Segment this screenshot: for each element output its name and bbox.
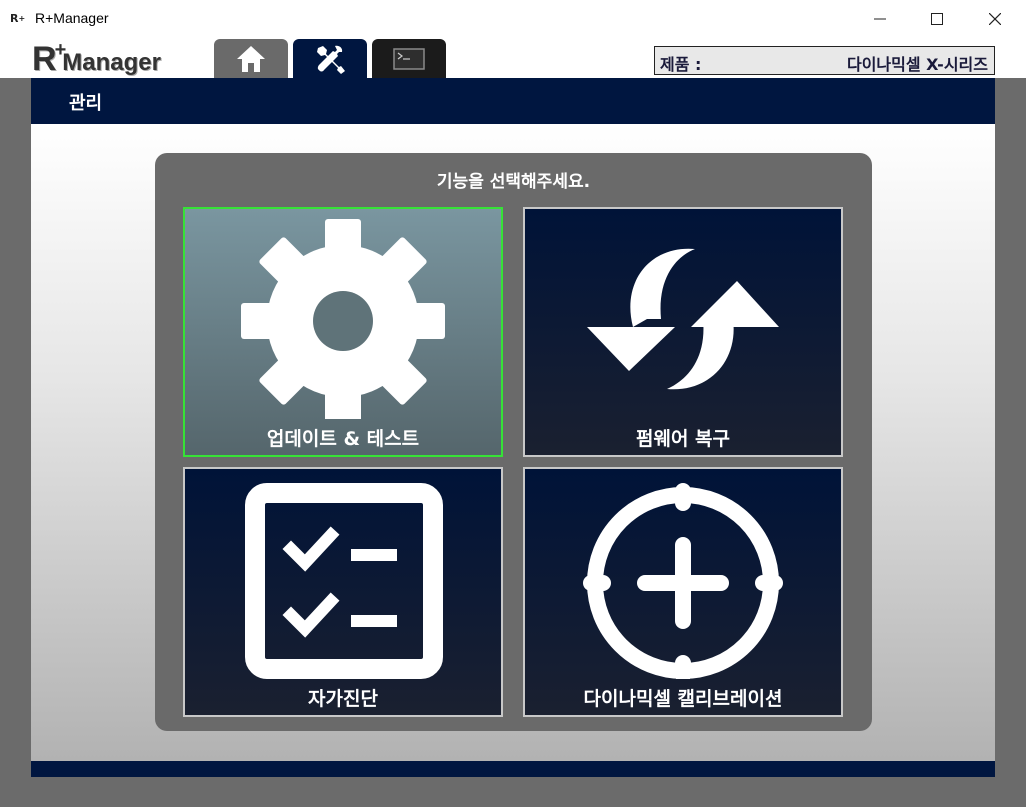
app-header: R+Manager 제품 : 다이나믹셀 X-시리즈 xyxy=(0,38,1026,78)
panel-prompt: 기능을 선택해주세요. xyxy=(436,172,591,192)
minimize-icon xyxy=(874,18,886,20)
home-icon xyxy=(237,45,265,72)
self-diagnosis-label: 자가진단 xyxy=(308,688,378,710)
firmware-recovery-button[interactable]: 펌웨어 복구 xyxy=(523,207,843,457)
app-logo-icon: R+ xyxy=(10,12,26,25)
window-titlebar: R+ R+Manager xyxy=(0,0,1026,38)
minimize-button[interactable] xyxy=(851,0,909,38)
self-diagnosis-button[interactable]: 자가진단 xyxy=(183,467,503,717)
bottom-bar xyxy=(31,761,995,777)
close-button[interactable] xyxy=(966,0,1024,38)
update-test-label: 업데이트 & 테스트 xyxy=(266,428,420,450)
tools-icon xyxy=(317,45,345,74)
logo-text: Manager xyxy=(62,49,161,76)
crosshair-icon xyxy=(583,483,783,679)
maximize-icon xyxy=(931,13,943,25)
gear-icon xyxy=(241,219,445,419)
tab-console[interactable] xyxy=(372,39,446,78)
product-label: 제품 : xyxy=(660,55,702,74)
section-header: 관리 xyxy=(31,78,995,124)
checklist-icon xyxy=(245,483,443,679)
refresh-icon xyxy=(587,248,779,390)
maximize-button[interactable] xyxy=(908,0,966,38)
rplus-manager-logo: R+Manager xyxy=(32,39,167,78)
section-title: 관리 xyxy=(69,93,103,114)
update-test-button[interactable]: 업데이트 & 테스트 xyxy=(183,207,503,457)
console-icon xyxy=(393,47,425,70)
dynamixel-calibration-label: 다이나믹셀 캘리브레이션 xyxy=(583,688,783,710)
product-display: 제품 : 다이나믹셀 X-시리즈 xyxy=(654,46,995,75)
dynamixel-calibration-button[interactable]: 다이나믹셀 캘리브레이션 xyxy=(523,467,843,717)
tab-home[interactable] xyxy=(214,39,288,78)
logo-r: R xyxy=(32,40,57,78)
product-value: 다이나믹셀 X-시리즈 xyxy=(846,55,988,74)
close-icon xyxy=(989,13,1001,25)
firmware-recovery-label: 펌웨어 복구 xyxy=(635,428,730,450)
window-title: R+Manager xyxy=(35,10,109,26)
tab-tools[interactable] xyxy=(293,39,367,78)
